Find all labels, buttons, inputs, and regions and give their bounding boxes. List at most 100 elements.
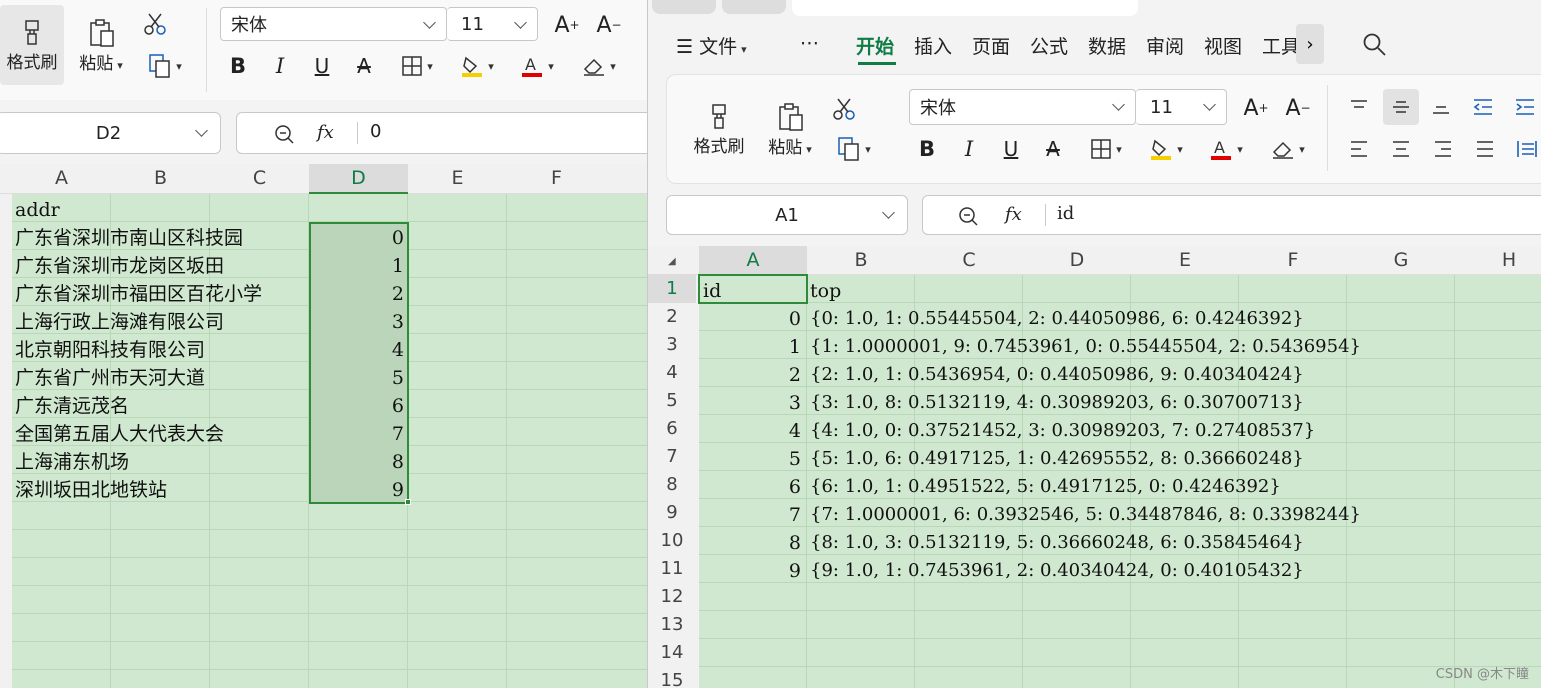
id-cell[interactable]: 0 [699, 305, 801, 333]
increase-font-size-button[interactable]: A + [552, 10, 582, 40]
paste-button[interactable]: 粘贴 ▾ [761, 89, 819, 169]
column-header-A[interactable]: A [12, 164, 111, 192]
row-header-7[interactable]: 7 [648, 443, 696, 471]
column-header-C[interactable]: C [915, 246, 1023, 274]
borders-button[interactable]: ▾ [394, 52, 440, 80]
address-cell[interactable]: 广东省深圳市福田区百花小学 [15, 280, 262, 308]
distributed-button[interactable] [1511, 133, 1541, 165]
row-header-2[interactable]: 2 [648, 303, 696, 331]
font-size-select[interactable]: 11 [1136, 89, 1227, 125]
fill-handle[interactable] [405, 499, 411, 505]
row-header-3[interactable]: 3 [648, 331, 696, 359]
tab-7[interactable]: 工具 [1262, 32, 1300, 59]
tab-5[interactable]: 审阅 [1146, 32, 1184, 59]
underline-button[interactable]: U [997, 135, 1025, 163]
address-cell[interactable]: 深圳坂田北地铁站 [15, 476, 167, 504]
id-cell[interactable]: 8 [699, 529, 801, 557]
fill-color-button[interactable]: ▾ [454, 52, 500, 80]
id-cell[interactable]: 0 [309, 224, 404, 252]
id-cell[interactable]: 6 [309, 392, 404, 420]
id-cell[interactable]: 9 [699, 557, 801, 585]
fx-icon[interactable]: fx [317, 122, 334, 143]
cell-header-addr[interactable]: addr [15, 196, 60, 224]
align-right-button[interactable] [1427, 133, 1459, 165]
column-header-G[interactable]: G [1347, 246, 1455, 274]
row-header-8[interactable]: 8 [648, 471, 696, 499]
row-header-13[interactable]: 13 [648, 611, 696, 639]
id-cell[interactable]: 1 [699, 333, 801, 361]
justify-button[interactable] [1469, 133, 1501, 165]
top-cell[interactable]: {3: 1.0, 8: 0.5132119, 4: 0.30989203, 6:… [810, 389, 1304, 417]
column-header-B[interactable]: B [807, 246, 915, 274]
id-cell[interactable]: 8 [309, 448, 404, 476]
row-header-14[interactable]: 14 [648, 639, 696, 667]
top-cell[interactable]: {4: 1.0, 0: 0.37521452, 3: 0.30989203, 7… [810, 417, 1315, 445]
column-header-A[interactable]: A [699, 246, 807, 276]
address-cell[interactable]: 广东省深圳市南山区科技园 [15, 224, 243, 252]
top-cell[interactable]: {8: 1.0, 3: 0.5132119, 5: 0.36660248, 6:… [810, 529, 1304, 557]
row-header-15[interactable]: 15 [648, 667, 696, 688]
left-grid[interactable]: addr 广东省深圳市南山区科技园 广东省深圳市龙岗区坂田 广东省深圳市福田区百花小学… [12, 194, 647, 688]
row-header-9[interactable]: 9 [648, 499, 696, 527]
title-tab[interactable] [722, 0, 786, 14]
id-cell[interactable]: 4 [699, 417, 801, 445]
row-header-4[interactable]: 4 [648, 359, 696, 387]
column-header-D[interactable]: D [309, 164, 408, 194]
borders-button[interactable]: ▾ [1083, 135, 1129, 163]
column-header-E[interactable]: E [408, 164, 507, 192]
formula-bar[interactable]: fx 0 [236, 112, 647, 154]
tab-0[interactable]: 开始 [856, 32, 894, 59]
document-tab[interactable] [792, 0, 1138, 16]
clear-button[interactable]: ▾ [1265, 135, 1311, 163]
align-top-button[interactable] [1343, 91, 1375, 123]
header-cell-top[interactable]: top [810, 277, 841, 305]
paste-button[interactable]: 粘贴 ▾ [72, 5, 130, 85]
tab-6[interactable]: 视图 [1204, 32, 1242, 59]
fx-icon[interactable]: fx [1005, 204, 1022, 225]
bold-button[interactable]: B [224, 52, 252, 80]
italic-button[interactable]: I [955, 135, 983, 163]
column-header-C[interactable]: C [210, 164, 309, 192]
align-center-button[interactable] [1385, 133, 1417, 165]
row-header-12[interactable]: 12 [648, 583, 696, 611]
underline-button[interactable]: U [308, 52, 336, 80]
address-cell[interactable]: 广东省深圳市龙岗区坂田 [15, 252, 224, 280]
font-name-select[interactable]: 宋体 [909, 89, 1136, 125]
font-color-button[interactable]: A ▾ [1203, 135, 1249, 163]
id-cell[interactable]: 3 [309, 308, 404, 336]
select-all-corner[interactable]: ◢ [648, 246, 698, 275]
align-left-button[interactable] [1343, 133, 1375, 165]
copy-button[interactable]: ▾ [831, 133, 877, 165]
top-cell[interactable]: {2: 1.0, 1: 0.5436954, 0: 0.44050986, 9:… [810, 361, 1304, 389]
id-cell[interactable]: 5 [309, 364, 404, 392]
top-cell[interactable]: {9: 1.0, 1: 0.7453961, 2: 0.40340424, 0:… [810, 557, 1304, 585]
format-painter-button[interactable]: 格式刷 [691, 89, 747, 169]
top-cell[interactable]: {6: 1.0, 1: 0.4951522, 5: 0.4917125, 0: … [810, 473, 1281, 501]
column-header-E[interactable]: E [1131, 246, 1239, 274]
id-cell[interactable]: 2 [699, 361, 801, 389]
id-cell[interactable]: 6 [699, 473, 801, 501]
title-tab[interactable] [652, 0, 716, 14]
decrease-font-size-button[interactable]: A − [1283, 93, 1313, 123]
column-header-F[interactable]: F [507, 164, 606, 192]
copy-button[interactable]: ▾ [142, 50, 188, 82]
row-header-11[interactable]: 11 [648, 555, 696, 583]
column-header-D[interactable]: D [1023, 246, 1131, 274]
column-header-B[interactable]: B [111, 164, 210, 192]
font-size-select[interactable]: 11 [447, 7, 538, 41]
header-cell-id[interactable]: id [703, 277, 721, 305]
cut-button[interactable] [827, 93, 861, 125]
top-cell[interactable]: {1: 1.0000001, 9: 0.7453961, 0: 0.554455… [810, 333, 1361, 361]
format-painter-button[interactable]: 格式刷 [0, 5, 64, 85]
font-color-button[interactable]: A ▾ [514, 52, 560, 80]
id-cell[interactable]: 5 [699, 445, 801, 473]
font-name-select[interactable]: 宋体 [220, 7, 447, 41]
name-box[interactable]: A1 [666, 195, 908, 235]
column-header-F[interactable]: F [1239, 246, 1347, 274]
id-cell[interactable]: 9 [309, 476, 404, 504]
fill-color-button[interactable]: ▾ [1143, 135, 1189, 163]
decrease-indent-button[interactable] [1467, 91, 1499, 123]
top-cell[interactable]: {0: 1.0, 1: 0.55445504, 2: 0.44050986, 6… [810, 305, 1304, 333]
row-header-6[interactable]: 6 [648, 415, 696, 443]
left-sheet[interactable]: ABCDEF addr 广东省深圳市南山区科技园 广东省深圳市龙岗区坂田 广东省深圳市… [0, 164, 647, 688]
